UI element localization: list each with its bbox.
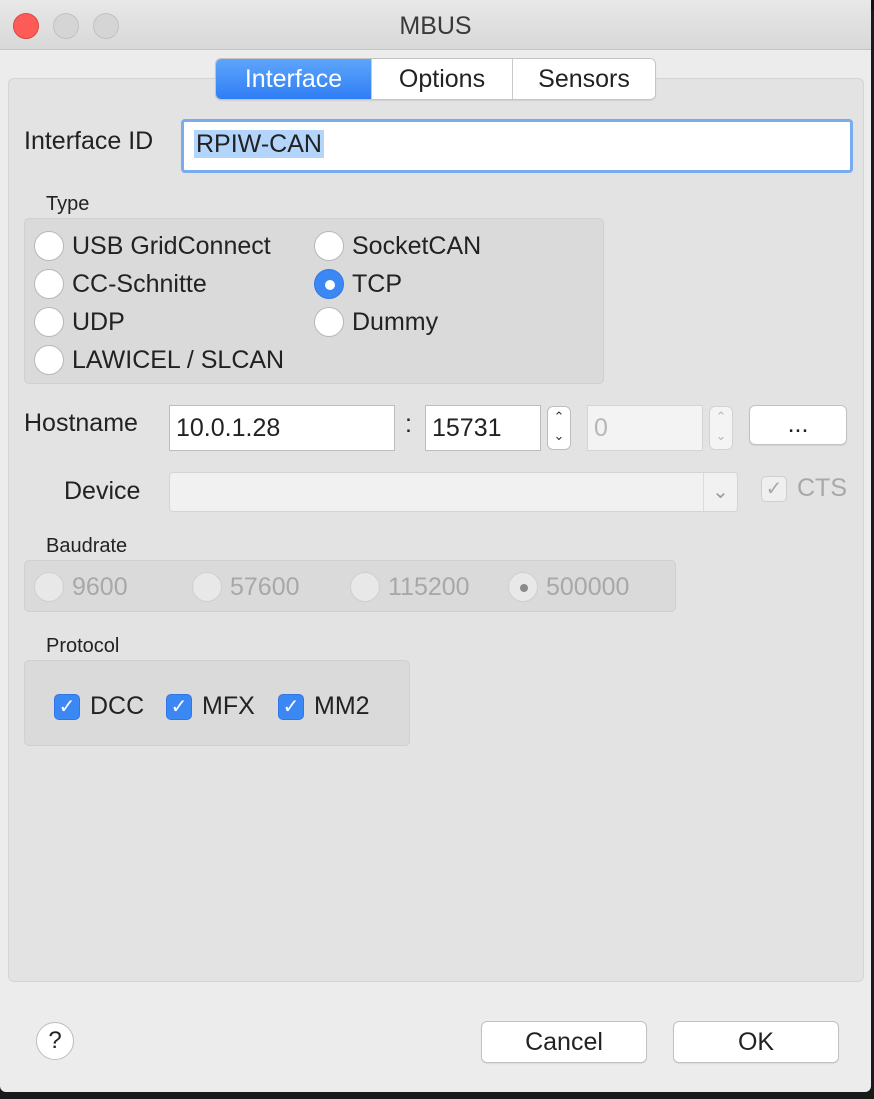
baudrate-radio-9600: 9600 xyxy=(34,572,128,602)
tab-content-panel xyxy=(8,78,864,982)
chevron-down-icon: ⌄ xyxy=(703,473,737,511)
radio-label: USB GridConnect xyxy=(72,231,271,260)
type-radio-udp[interactable]: UDP xyxy=(34,307,125,337)
interface-id-value: RPIW-CAN xyxy=(194,130,324,158)
cts-label: CTS xyxy=(797,474,847,502)
window-title: MBUS xyxy=(399,12,472,40)
radio-button[interactable] xyxy=(34,345,64,375)
dialog-window: MBUS Interface Options Sensors Interface… xyxy=(0,0,871,1092)
radio-button xyxy=(350,572,380,602)
radio-label: LAWICEL / SLCAN xyxy=(72,345,285,374)
cancel-button[interactable]: Cancel xyxy=(481,1021,647,1063)
type-radio-tcp[interactable]: TCP xyxy=(314,269,402,299)
radio-label: 500000 xyxy=(546,572,630,601)
tab-interface[interactable]: Interface xyxy=(216,59,372,99)
hostname-input[interactable]: 10.0.1.28 xyxy=(169,405,395,451)
radio-button-selected[interactable] xyxy=(314,269,344,299)
checkbox-label: MFX xyxy=(202,692,255,720)
checkmark-icon[interactable]: ✓ xyxy=(166,693,192,720)
type-radio-dummy[interactable]: Dummy xyxy=(314,307,438,337)
radio-button-selected xyxy=(508,572,538,602)
checkmark-icon: ✓ xyxy=(761,475,787,502)
chevron-up-icon[interactable]: ⌃ xyxy=(548,407,570,426)
radio-button[interactable] xyxy=(34,269,64,299)
radio-button[interactable] xyxy=(314,231,344,261)
baudrate-group-label: Baudrate xyxy=(46,535,128,557)
protocol-checkbox-dcc[interactable]: ✓ DCC xyxy=(54,692,144,721)
baudrate-radio-500000: 500000 xyxy=(508,572,629,602)
secondary-port-input: 0 xyxy=(587,405,703,451)
help-button[interactable]: ? xyxy=(36,1022,74,1060)
checkbox-label: MM2 xyxy=(314,692,370,720)
cts-checkbox: ✓ CTS xyxy=(761,474,847,503)
radio-button[interactable] xyxy=(314,307,344,337)
radio-button[interactable] xyxy=(34,307,64,337)
device-select: ⌄ xyxy=(169,472,738,512)
type-group-label: Type xyxy=(46,193,90,215)
radio-label: UDP xyxy=(72,307,125,336)
radio-label: 57600 xyxy=(230,572,300,601)
device-label: Device xyxy=(64,477,141,505)
radio-label: CC-Schnitte xyxy=(72,269,207,298)
tab-options[interactable]: Options xyxy=(372,59,513,99)
protocol-checkbox-mm2[interactable]: ✓ MM2 xyxy=(278,692,370,721)
chevron-down-icon: ⌄ xyxy=(715,428,727,443)
protocol-group-label: Protocol xyxy=(46,635,120,657)
checkmark-icon[interactable]: ✓ xyxy=(54,693,80,720)
titlebar: MBUS xyxy=(0,0,871,50)
tab-bar: Interface Options Sensors xyxy=(215,58,656,100)
type-radio-usb-gridconnect[interactable]: USB GridConnect xyxy=(34,231,271,261)
ok-button[interactable]: OK xyxy=(673,1021,839,1063)
radio-label: 115200 xyxy=(388,572,470,601)
radio-button[interactable] xyxy=(34,231,64,261)
radio-label: SocketCAN xyxy=(352,231,482,260)
interface-id-label: Interface ID xyxy=(24,127,154,155)
baudrate-radio-57600: 57600 xyxy=(192,572,300,602)
interface-id-input[interactable]: RPIW-CAN xyxy=(181,119,853,173)
protocol-checkbox-mfx[interactable]: ✓ MFX xyxy=(166,692,255,721)
chevron-up-icon: ⌃ xyxy=(715,409,727,424)
port-separator: : xyxy=(405,410,412,438)
type-radio-lawicel-slcan[interactable]: LAWICEL / SLCAN xyxy=(34,345,284,375)
tab-sensors[interactable]: Sensors xyxy=(513,59,655,99)
type-radio-socketcan[interactable]: SocketCAN xyxy=(314,231,481,261)
hostname-label: Hostname xyxy=(24,409,138,437)
checkmark-icon[interactable]: ✓ xyxy=(278,693,304,720)
radio-label: TCP xyxy=(352,269,402,298)
radio-label: Dummy xyxy=(352,307,439,336)
port-stepper[interactable]: ⌃ ⌄ xyxy=(547,406,571,450)
secondary-port-stepper: ⌃ ⌄ xyxy=(709,406,733,450)
chevron-down-icon[interactable]: ⌄ xyxy=(548,426,570,445)
radio-button xyxy=(34,572,64,602)
browse-button[interactable]: ... xyxy=(749,405,847,445)
radio-button xyxy=(192,572,222,602)
type-radio-cc-schnitte[interactable]: CC-Schnitte xyxy=(34,269,207,299)
port-input[interactable]: 15731 xyxy=(425,405,541,451)
baudrate-radio-115200: 115200 xyxy=(350,572,470,602)
checkbox-label: DCC xyxy=(90,692,145,720)
radio-label: 9600 xyxy=(72,572,128,601)
